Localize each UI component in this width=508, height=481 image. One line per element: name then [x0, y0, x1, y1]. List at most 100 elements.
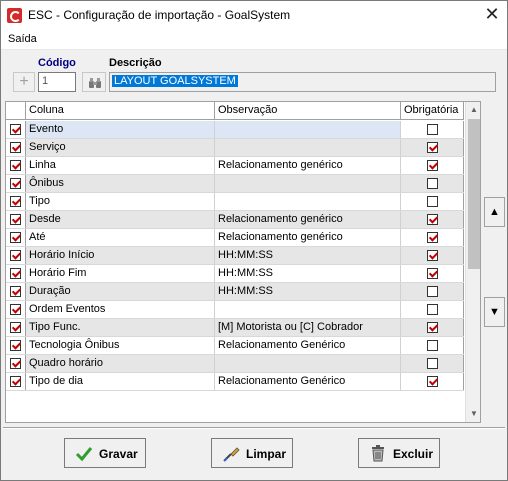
cell-coluna[interactable]: Tipo Func. [26, 319, 215, 336]
header-obrigatoria[interactable]: Obrigatória [401, 102, 464, 120]
cell-coluna[interactable]: Horário Início [26, 247, 215, 264]
row-include-checkbox[interactable] [10, 214, 21, 225]
cell-observacao[interactable] [215, 121, 401, 138]
columns-grid[interactable]: Coluna Observação Obrigatória Evento Serv… [5, 101, 481, 423]
table-row[interactable]: Ônibus [6, 175, 464, 193]
row-include-checkbox[interactable] [10, 178, 21, 189]
table-row[interactable]: Linha Relacionamento genérico [6, 157, 464, 175]
cell-observacao[interactable]: HH:MM:SS [215, 247, 401, 264]
cell-coluna[interactable]: Ônibus [26, 175, 215, 192]
cell-coluna[interactable]: Serviço [26, 139, 215, 156]
cell-observacao[interactable] [215, 355, 401, 372]
table-row[interactable]: Evento [6, 121, 464, 139]
cell-coluna[interactable]: Desde [26, 211, 215, 228]
row-include-checkbox[interactable] [10, 358, 21, 369]
row-include-checkbox[interactable] [10, 196, 21, 207]
table-row[interactable]: Serviço [6, 139, 464, 157]
obrigatoria-checkbox[interactable] [427, 358, 438, 369]
cell-observacao[interactable]: Relacionamento Genérico [215, 373, 401, 390]
table-row[interactable]: Desde Relacionamento genérico [6, 211, 464, 229]
obrigatoria-checkbox[interactable] [427, 304, 438, 315]
obrigatoria-checkbox[interactable] [427, 268, 438, 279]
arrow-up-icon: ▲ [489, 206, 500, 218]
obrigatoria-checkbox[interactable] [427, 196, 438, 207]
table-row[interactable]: Tipo Func. [M] Motorista ou [C] Cobrador [6, 319, 464, 337]
limpar-button[interactable]: Limpar [211, 438, 293, 468]
cell-observacao[interactable]: HH:MM:SS [215, 283, 401, 300]
table-row[interactable]: Até Relacionamento genérico [6, 229, 464, 247]
table-row[interactable]: Tecnologia Ônibus Relacionamento Genérico [6, 337, 464, 355]
codigo-field[interactable]: 1 [38, 72, 76, 92]
cell-observacao[interactable]: Relacionamento genérico [215, 211, 401, 228]
scroll-up-icon[interactable]: ▲ [466, 102, 480, 118]
move-up-button[interactable]: ▲ [484, 197, 505, 227]
row-include-checkbox[interactable] [10, 250, 21, 261]
vertical-scrollbar[interactable]: ▲ ▼ [465, 102, 480, 422]
table-row[interactable]: Horário Fim HH:MM:SS [6, 265, 464, 283]
cell-coluna[interactable]: Tipo [26, 193, 215, 210]
table-row[interactable]: Quadro horário [6, 355, 464, 373]
row-include-checkbox[interactable] [10, 142, 21, 153]
scroll-down-icon[interactable]: ▼ [466, 406, 480, 422]
cell-coluna[interactable]: Duração [26, 283, 215, 300]
table-row[interactable]: Horário Início HH:MM:SS [6, 247, 464, 265]
add-button[interactable]: + [13, 72, 35, 92]
table-row[interactable]: Duração HH:MM:SS [6, 283, 464, 301]
cell-coluna[interactable]: Horário Fim [26, 265, 215, 282]
obrigatoria-checkbox[interactable] [427, 214, 438, 225]
cell-observacao[interactable] [215, 139, 401, 156]
cell-observacao[interactable]: Relacionamento genérico [215, 229, 401, 246]
cell-observacao[interactable] [215, 301, 401, 318]
excluir-button[interactable]: Excluir [358, 438, 440, 468]
search-button[interactable] [82, 72, 106, 92]
table-row[interactable]: Tipo de dia Relacionamento Genérico [6, 373, 464, 391]
obrigatoria-checkbox[interactable] [427, 376, 438, 387]
cell-coluna[interactable]: Ordem Eventos [26, 301, 215, 318]
obrigatoria-checkbox[interactable] [427, 124, 438, 135]
close-icon[interactable]: ✕ [477, 1, 507, 30]
title-bar: ESC - Configuração de importação - GoalS… [1, 1, 507, 30]
obrigatoria-checkbox[interactable] [427, 160, 438, 171]
cell-coluna[interactable]: Tecnologia Ônibus [26, 337, 215, 354]
header-coluna[interactable]: Coluna [26, 102, 215, 120]
cell-observacao[interactable] [215, 193, 401, 210]
row-include-checkbox[interactable] [10, 124, 21, 135]
obrigatoria-checkbox[interactable] [427, 250, 438, 261]
obrigatoria-checkbox[interactable] [427, 322, 438, 333]
row-include-checkbox[interactable] [10, 286, 21, 297]
cell-observacao[interactable]: HH:MM:SS [215, 265, 401, 282]
move-down-button[interactable]: ▼ [484, 297, 505, 327]
row-include-checkbox[interactable] [10, 268, 21, 279]
cell-coluna[interactable]: Quadro horário [26, 355, 215, 372]
checkmark-icon [75, 447, 93, 462]
cell-coluna[interactable]: Linha [26, 157, 215, 174]
cell-observacao[interactable]: Relacionamento Genérico [215, 337, 401, 354]
obrigatoria-checkbox[interactable] [427, 178, 438, 189]
codigo-label: Código [38, 57, 76, 69]
descricao-field[interactable]: LAYOUT GOALSYSTEM [109, 72, 496, 92]
table-row[interactable]: Tipo [6, 193, 464, 211]
table-row[interactable]: Ordem Eventos [6, 301, 464, 319]
obrigatoria-checkbox[interactable] [427, 340, 438, 351]
cell-coluna[interactable]: Evento [26, 121, 215, 138]
row-include-checkbox[interactable] [10, 160, 21, 171]
row-include-cell [6, 355, 26, 372]
row-include-checkbox[interactable] [10, 340, 21, 351]
row-include-checkbox[interactable] [10, 376, 21, 387]
row-include-checkbox[interactable] [10, 322, 21, 333]
obrigatoria-checkbox[interactable] [427, 142, 438, 153]
cell-observacao[interactable]: [M] Motorista ou [C] Cobrador [215, 319, 401, 336]
row-include-cell [6, 247, 26, 264]
obrigatoria-checkbox[interactable] [427, 286, 438, 297]
row-include-checkbox[interactable] [10, 304, 21, 315]
row-include-checkbox[interactable] [10, 232, 21, 243]
cell-coluna[interactable]: Até [26, 229, 215, 246]
menu-item-saida[interactable]: Saída [8, 33, 37, 45]
cell-coluna[interactable]: Tipo de dia [26, 373, 215, 390]
cell-observacao[interactable]: Relacionamento genérico [215, 157, 401, 174]
scroll-thumb[interactable] [468, 119, 480, 269]
header-observacao[interactable]: Observação [215, 102, 401, 120]
obrigatoria-checkbox[interactable] [427, 232, 438, 243]
cell-observacao[interactable] [215, 175, 401, 192]
gravar-button[interactable]: Gravar [64, 438, 146, 468]
